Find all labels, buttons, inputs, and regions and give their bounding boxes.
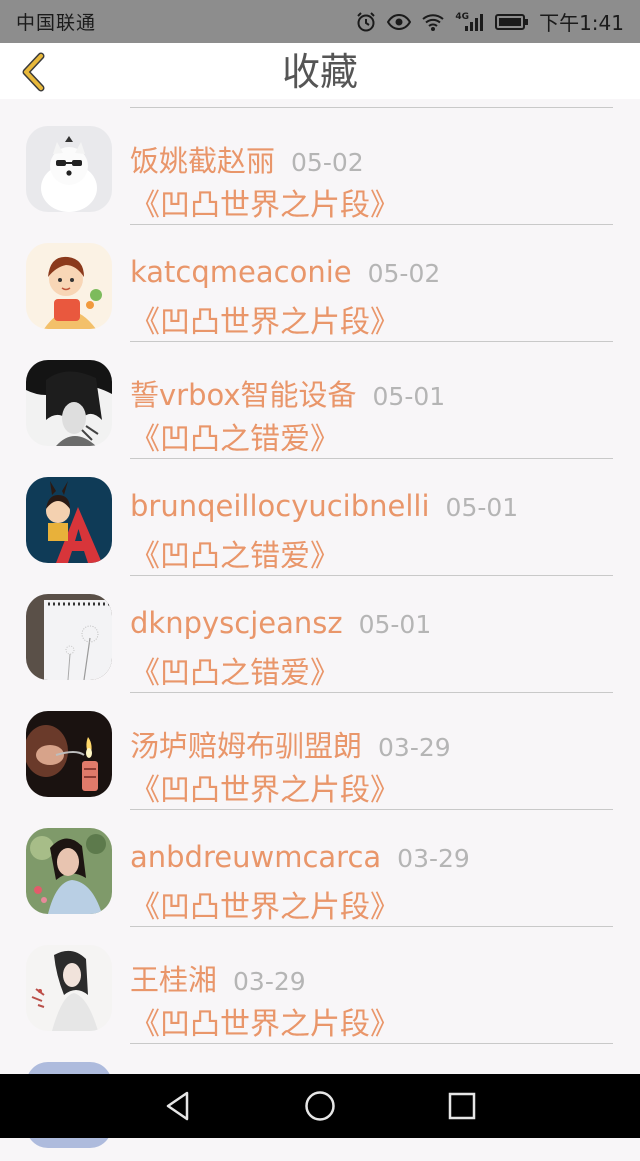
- eye-icon: [387, 13, 412, 31]
- system-navigation-bar: [0, 1074, 640, 1138]
- name-line: dknpyscjeansz 05-01: [130, 606, 431, 640]
- item-date: 03-29: [397, 844, 470, 873]
- item-date: 03-29: [378, 733, 451, 762]
- item-date: 03-29: [233, 967, 306, 996]
- nav-back-button[interactable]: [160, 1088, 196, 1124]
- work-title[interactable]: 《凹凸之错爱》: [130, 648, 340, 692]
- name-line: 誓vrbox智能设备 05-01: [130, 372, 445, 414]
- name-line: brunqeillocyucibnelli 05-01: [130, 489, 518, 523]
- name-line: 汤垆赔姆布驯盟朗 03-29: [130, 723, 451, 765]
- dandelion-notebook-avatar-image: [26, 594, 112, 680]
- work-title[interactable]: 《凹凸世界之片段》: [130, 765, 400, 809]
- battery-icon: [495, 13, 529, 31]
- work-title[interactable]: 《凹凸之错爱》: [130, 414, 340, 458]
- user-name: 汤垆赔姆布驯盟朗: [130, 729, 363, 763]
- list-item[interactable]: dknpyscjeansz 05-01 《凹凸之错爱》: [0, 576, 640, 693]
- carrier-label: 中国联通: [16, 12, 97, 34]
- list-item[interactable]: brunqeillocyucibnelli 05-01 《凹凸之错爱》: [0, 459, 640, 576]
- woman-photo-avatar-image: [26, 828, 112, 914]
- user-name: brunqeillocyucibnelli: [130, 489, 430, 523]
- triangle-back-icon: [166, 1091, 189, 1121]
- nav-recents-button[interactable]: [444, 1088, 480, 1124]
- dark-hair-portrait-avatar-image: [26, 360, 112, 446]
- list-item[interactable]: 王桂湘 03-29 《凹凸世界之片段》: [0, 927, 640, 1044]
- item-date: 05-01: [358, 610, 432, 639]
- clock-time: 下午1:41: [539, 11, 624, 35]
- avatar[interactable]: [26, 711, 112, 797]
- user-name: 王桂湘: [130, 963, 218, 997]
- name-line: 王桂湘 03-29: [130, 957, 306, 999]
- avatar[interactable]: [26, 594, 112, 680]
- wifi-icon: [421, 12, 445, 32]
- user-name: katcqmeaconie: [130, 255, 352, 289]
- user-name: dknpyscjeansz: [130, 606, 343, 640]
- avatar[interactable]: [26, 243, 112, 329]
- avatar[interactable]: [26, 477, 112, 563]
- circle-home-icon: [305, 1091, 335, 1121]
- cartoon-girl-avatar-image: [26, 243, 112, 329]
- page-title: 收藏: [281, 50, 358, 94]
- work-title[interactable]: 《凹凸世界之片段》: [130, 882, 400, 926]
- list-item[interactable]: 汤垆赔姆布驯盟朗 03-29 《凹凸世界之片段》: [0, 693, 640, 810]
- list-item[interactable]: 誓vrbox智能设备 05-01 《凹凸之错爱》: [0, 342, 640, 459]
- list-item[interactable]: 饭姚截赵丽 05-02 《凹凸世界之片段》: [0, 108, 640, 225]
- nav-home-button[interactable]: [302, 1088, 338, 1124]
- lighter-flame-avatar-image: [26, 711, 112, 797]
- signal-icon: 4G: [455, 12, 485, 32]
- user-name: 誓vrbox智能设备: [130, 378, 357, 412]
- work-title[interactable]: 《凹凸之错爱》: [130, 531, 340, 575]
- item-date: 05-02: [367, 259, 441, 288]
- status-bar: 中国联通 4G 下午1:41: [0, 0, 640, 43]
- item-date: 05-01: [372, 382, 446, 411]
- title-bar: 收藏: [0, 43, 640, 99]
- name-line: katcqmeaconie 05-02: [130, 255, 440, 289]
- square-recents-icon: [448, 1092, 476, 1120]
- list-item[interactable]: anbdreuwmcarca 03-29 《凹凸世界之片段》: [0, 810, 640, 927]
- work-title[interactable]: 《凹凸世界之片段》: [130, 999, 400, 1043]
- favorites-list: 饭姚截赵丽 05-02 《凹凸世界之片段》 katcqmeaconie 05-02 …: [0, 108, 640, 1161]
- item-date: 05-01: [445, 493, 519, 522]
- list-item[interactable]: katcqmeaconie 05-02 《凹凸世界之片段》: [0, 225, 640, 342]
- letter-a-character-avatar-image: [26, 477, 112, 563]
- user-name: 饭姚截赵丽: [130, 144, 276, 178]
- white-dog-avatar-image: [26, 126, 112, 212]
- user-name: anbdreuwmcarca: [130, 840, 382, 874]
- work-title[interactable]: 《凹凸世界之片段》: [130, 297, 400, 341]
- avatar[interactable]: [26, 945, 112, 1031]
- status-icons: 4G 下午1:41: [355, 7, 624, 36]
- alarm-icon: [355, 11, 377, 33]
- avatar[interactable]: [26, 126, 112, 212]
- item-date: 05-02: [291, 148, 364, 177]
- name-line: 饭姚截赵丽 05-02: [130, 138, 364, 180]
- avatar[interactable]: [26, 360, 112, 446]
- work-title[interactable]: 《凹凸世界之片段》: [130, 180, 400, 224]
- avatar[interactable]: [26, 828, 112, 914]
- ink-painting-lady-avatar-image: [26, 945, 112, 1031]
- name-line: anbdreuwmcarca 03-29: [130, 840, 470, 874]
